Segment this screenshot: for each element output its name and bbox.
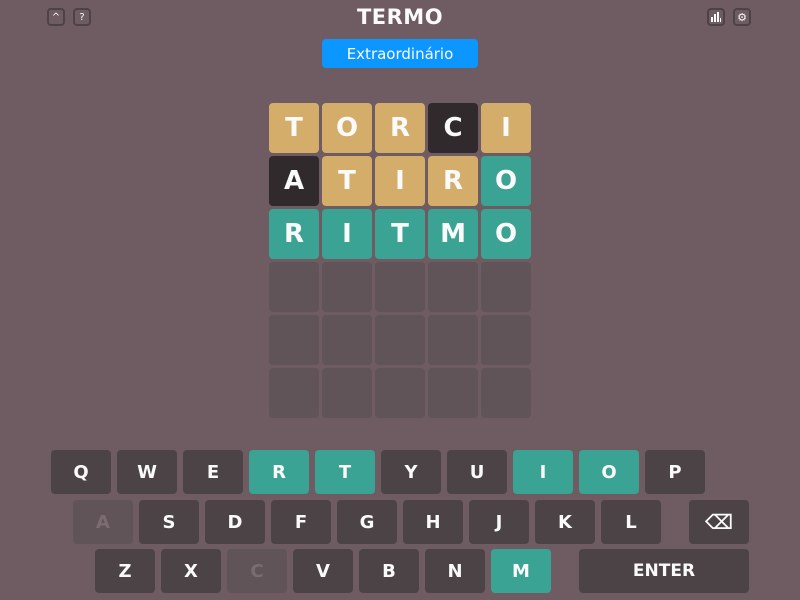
key-x[interactable]: X <box>161 549 221 593</box>
settings-icon: ⚙ <box>737 10 747 24</box>
board-tile <box>428 368 478 418</box>
mode-badge[interactable]: Extraordinário <box>322 39 478 68</box>
key-t[interactable]: T <box>315 450 375 494</box>
key-s[interactable]: S <box>139 500 199 544</box>
key-d[interactable]: D <box>205 500 265 544</box>
board-tile <box>481 262 531 312</box>
board-tile: M <box>428 209 478 259</box>
key-c[interactable]: C <box>227 549 287 593</box>
board-row: ATIRO <box>269 156 531 206</box>
key-j[interactable]: J <box>469 500 529 544</box>
board-row <box>269 262 531 312</box>
key-b[interactable]: B <box>359 549 419 593</box>
key-i[interactable]: I <box>513 450 573 494</box>
board-tile: I <box>481 103 531 153</box>
board-row: TORCI <box>269 103 531 153</box>
key-n[interactable]: N <box>425 549 485 593</box>
key-v[interactable]: V <box>293 549 353 593</box>
key-o[interactable]: O <box>579 450 639 494</box>
board-tile <box>428 315 478 365</box>
board-row <box>269 368 531 418</box>
board-tile: C <box>428 103 478 153</box>
board-tile: O <box>481 156 531 206</box>
board-row: RITMO <box>269 209 531 259</box>
key-m[interactable]: M <box>491 549 551 593</box>
key-e[interactable]: E <box>183 450 243 494</box>
key-l[interactable]: L <box>601 500 661 544</box>
board-tile: T <box>375 209 425 259</box>
board-tile: A <box>269 156 319 206</box>
board-row <box>269 315 531 365</box>
board-tile: R <box>269 209 319 259</box>
key-f[interactable]: F <box>271 500 331 544</box>
board-tile <box>481 315 531 365</box>
key-k[interactable]: K <box>535 500 595 544</box>
keyboard-row: A S D F G H J K L ⌫ <box>73 500 749 544</box>
key-q[interactable]: Q <box>51 450 111 494</box>
key-h[interactable]: H <box>403 500 463 544</box>
board-tile: I <box>322 209 372 259</box>
board-tile <box>322 315 372 365</box>
board-tile <box>322 368 372 418</box>
board-tile <box>481 368 531 418</box>
board-tile <box>269 368 319 418</box>
key-y[interactable]: Y <box>381 450 441 494</box>
key-z[interactable]: Z <box>95 549 155 593</box>
stats-button[interactable] <box>707 8 725 26</box>
board-tile: T <box>269 103 319 153</box>
board-tile <box>269 262 319 312</box>
key-a[interactable]: A <box>73 500 133 544</box>
page-title: TERMO <box>356 5 444 29</box>
board-tile: T <box>322 156 372 206</box>
backspace-button[interactable]: ⌫ <box>689 500 749 544</box>
settings-button[interactable]: ⚙ <box>733 8 751 26</box>
key-g[interactable]: G <box>337 500 397 544</box>
stats-icon <box>711 12 721 22</box>
board-tile <box>375 368 425 418</box>
board-tile: R <box>375 103 425 153</box>
board-tile: I <box>375 156 425 206</box>
keyboard-row: Z X C V B N M ENTER <box>95 549 749 593</box>
board-tile: O <box>322 103 372 153</box>
game-board: TORCIATIRORITMO <box>269 103 531 421</box>
enter-button[interactable]: ENTER <box>579 549 749 593</box>
board-tile: R <box>428 156 478 206</box>
board-tile: O <box>481 209 531 259</box>
board-tile <box>322 262 372 312</box>
board-tile <box>428 262 478 312</box>
key-p[interactable]: P <box>645 450 705 494</box>
keyboard-row: QWERTYUIOP <box>51 450 705 494</box>
board-tile <box>269 315 319 365</box>
board-tile <box>375 262 425 312</box>
key-r[interactable]: R <box>249 450 309 494</box>
key-w[interactable]: W <box>117 450 177 494</box>
board-tile <box>375 315 425 365</box>
key-u[interactable]: U <box>447 450 507 494</box>
